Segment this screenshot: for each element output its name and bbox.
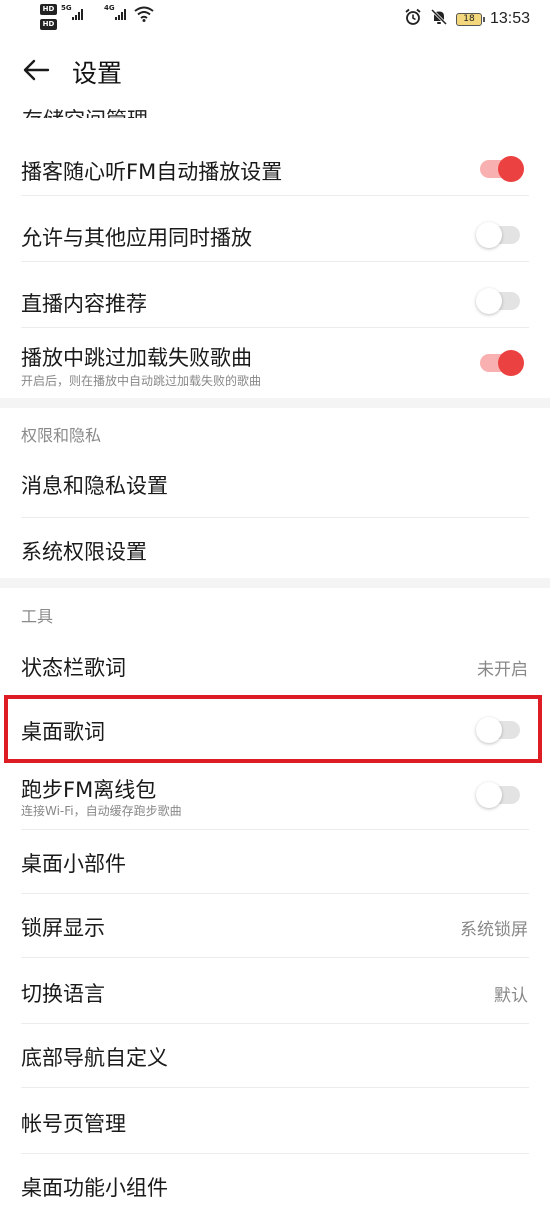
list-item-desktop-lyrics[interactable]: 桌面歌词	[0, 698, 550, 762]
list-item-skip-failed[interactable]: 播放中跳过加载失败歌曲 开启后，则在播放中自动跳过加载失败的歌曲	[0, 328, 550, 398]
signal-icon	[72, 8, 83, 20]
partial-list-item[interactable]: 存储空间管理	[22, 96, 148, 118]
page-title: 设置	[72, 59, 123, 88]
list-item-live-recommend[interactable]: 直播内容推荐	[0, 262, 550, 328]
list-item-lockscreen[interactable]: 锁屏显示 系统锁屏	[0, 894, 550, 958]
item-value: 未开启	[477, 660, 528, 680]
list-item-message-privacy[interactable]: 消息和隐私设置	[0, 452, 550, 518]
section-gap	[0, 578, 550, 588]
item-value: 默认	[494, 986, 528, 1006]
toggle-knob	[498, 350, 524, 376]
list-item-running-fm-offline[interactable]: 跑步FM离线包 连接Wi-Fi，自动缓存跑步歌曲	[0, 762, 550, 830]
list-item-allow-concurrent[interactable]: 允许与其他应用同时播放	[0, 196, 550, 262]
list-item-account-page[interactable]: 帐号页管理	[0, 1088, 550, 1154]
battery-icon: 18	[455, 12, 485, 26]
network-type-2: 4G	[104, 4, 115, 12]
network-type-1: 5G	[61, 4, 72, 12]
item-value: 系统锁屏	[460, 920, 528, 940]
item-label: 允许与其他应用同时播放	[21, 226, 252, 250]
item-label: 直播内容推荐	[21, 292, 147, 316]
status-left: HD HD 5G 4G	[40, 4, 160, 34]
hd-badge-2: HD	[40, 19, 57, 30]
toggle-switch[interactable]	[480, 156, 524, 182]
toggle-knob	[476, 717, 502, 743]
status-right: 18 13:53	[404, 8, 530, 30]
item-label: 消息和隐私设置	[21, 474, 168, 498]
section-title-privacy: 权限和隐私	[21, 426, 102, 445]
toggle-switch[interactable]	[476, 782, 520, 808]
alarm-icon	[404, 8, 422, 30]
wifi-icon	[134, 6, 154, 26]
item-label: 桌面功能小组件	[21, 1176, 168, 1200]
item-label: 锁屏显示	[21, 916, 105, 940]
signal-icon	[115, 8, 126, 20]
item-label: 状态栏歌词	[21, 656, 126, 680]
back-arrow-icon[interactable]	[22, 56, 50, 84]
toggle-knob	[476, 288, 502, 314]
item-label: 播客随心听FM自动播放设置	[21, 160, 283, 184]
section-gap	[0, 398, 550, 408]
toggle-switch[interactable]	[476, 222, 520, 248]
list-item-desktop-widget[interactable]: 桌面小部件	[0, 830, 550, 894]
toggle-switch[interactable]	[480, 350, 524, 376]
item-label: 帐号页管理	[21, 1112, 126, 1136]
list-item-system-permission[interactable]: 系统权限设置	[0, 518, 550, 580]
toggle-knob	[476, 222, 502, 248]
section-title-tools: 工具	[21, 607, 54, 626]
toggle-switch[interactable]	[476, 717, 520, 743]
clock: 13:53	[489, 10, 530, 27]
item-subtitle: 开启后，则在播放中自动跳过加载失败的歌曲	[21, 374, 262, 388]
list-item-language[interactable]: 切换语言 默认	[0, 958, 550, 1024]
list-item-fm-autoplay[interactable]: 播客随心听FM自动播放设置	[0, 130, 550, 196]
item-label: 底部导航自定义	[21, 1046, 168, 1070]
item-label: 跑步FM离线包	[21, 778, 157, 802]
mute-icon	[430, 8, 448, 30]
hd-badge-1: HD	[40, 4, 57, 15]
toggle-knob	[498, 156, 524, 182]
toggle-switch[interactable]	[476, 288, 520, 314]
toggle-knob	[476, 782, 502, 808]
item-label: 系统权限设置	[21, 540, 147, 564]
item-label: 播放中跳过加载失败歌曲	[21, 346, 252, 370]
item-label: 桌面小部件	[21, 852, 126, 876]
list-item-desktop-function-widget[interactable]: 桌面功能小组件	[0, 1154, 550, 1218]
list-item-statusbar-lyrics[interactable]: 状态栏歌词 未开启	[0, 632, 550, 698]
item-label: 桌面歌词	[21, 720, 105, 744]
list-item-bottom-nav[interactable]: 底部导航自定义	[0, 1024, 550, 1088]
status-bar: HD HD 5G 4G 18 13:53	[0, 0, 550, 40]
item-label: 切换语言	[21, 982, 105, 1006]
item-subtitle: 连接Wi-Fi，自动缓存跑步歌曲	[21, 804, 182, 818]
